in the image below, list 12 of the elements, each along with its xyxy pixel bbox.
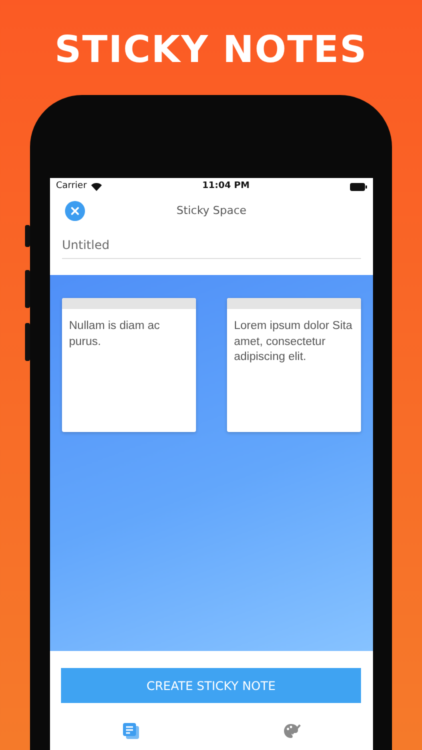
headline: STICKY NOTES: [54, 27, 368, 73]
close-button[interactable]: [65, 201, 85, 221]
sticky-note[interactable]: Nullam is diam ac purus.: [62, 298, 196, 432]
note-text: Nullam is diam ac purus.: [68, 319, 161, 350]
carrier-label: Carrier: [56, 180, 87, 193]
close-icon: [71, 207, 79, 215]
battery-icon: [350, 182, 367, 190]
status-time: 11:04 PM: [202, 180, 250, 193]
sticky-note[interactable]: Lorem ipsum dolor Sita amet, consectetur adipiscing elit.: [227, 298, 361, 432]
wifi-icon: [90, 182, 102, 190]
screen-title: Sticky Space: [176, 203, 246, 220]
note-text: Lorem ipsum dolor Sita amet, consectetur adipiscing elit.: [233, 319, 354, 366]
